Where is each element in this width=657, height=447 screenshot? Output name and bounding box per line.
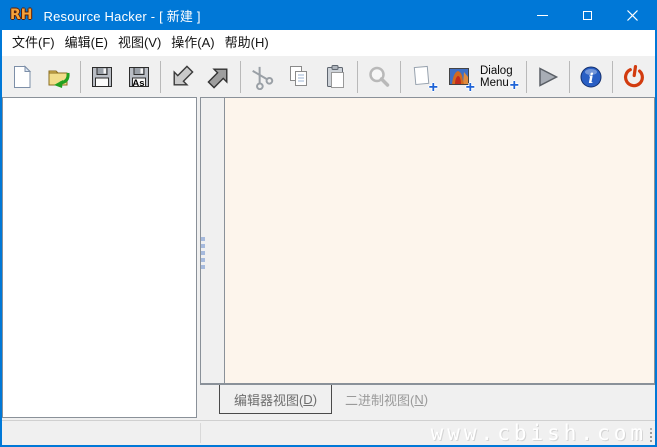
tab-binary-view-key: N [414, 392, 423, 407]
dialog-menu-label-line2: Menu [480, 77, 509, 89]
exit-button[interactable] [615, 60, 652, 94]
tab-editor-view-key: D [303, 392, 312, 407]
paste-clipboard-icon [323, 64, 349, 90]
close-button[interactable] [610, 0, 655, 30]
app-window: RH Resource Hacker - [ 新建 ] 文件(F) 编辑(E) … [0, 0, 657, 447]
menu-action[interactable]: 操作(A) [166, 32, 219, 54]
copy-icon [286, 64, 312, 90]
app-logo-icon: RH [10, 7, 33, 23]
titlebar: RH Resource Hacker - [ 新建 ] [2, 0, 655, 30]
status-bar: www.cbish.com [2, 420, 655, 445]
new-file-button[interactable] [3, 60, 40, 94]
toolbar-separator [160, 61, 161, 93]
minimize-button[interactable] [520, 0, 565, 30]
info-icon: i [578, 64, 604, 90]
open-file-button[interactable] [40, 60, 77, 94]
splitter-dot [201, 237, 205, 241]
scissors-icon [249, 64, 275, 90]
tab-editor-view-label: 编辑器视图( [234, 390, 303, 409]
plus-icon: + [429, 80, 438, 96]
save-as-button[interactable]: As [120, 60, 157, 94]
status-bar-divider [200, 423, 201, 443]
tab-binary-view-label: 二进制视图( [345, 390, 414, 409]
play-icon [535, 64, 561, 90]
minimize-icon [537, 15, 548, 16]
menu-edit[interactable]: 编辑(E) [60, 32, 113, 54]
tab-editor-view[interactable]: 编辑器视图(D) [219, 385, 332, 414]
panel-splitter-handle[interactable] [201, 237, 205, 271]
toolbar-separator [357, 61, 358, 93]
menu-help[interactable]: 帮助(H) [220, 32, 274, 54]
toolbar-separator [80, 61, 81, 93]
toolbar-separator [569, 61, 570, 93]
tab-editor-view-suffix: ) [313, 392, 317, 407]
compile-run-button[interactable] [529, 60, 566, 94]
splitter-dot [201, 244, 205, 248]
menu-bar: 文件(F) 编辑(E) 视图(V) 操作(A) 帮助(H) [2, 30, 655, 56]
copy-button[interactable] [280, 60, 317, 94]
menu-file[interactable]: 文件(F) [7, 32, 60, 54]
save-as-label: As [132, 79, 144, 88]
splitter-dot [201, 265, 205, 269]
add-resource-button[interactable]: + [403, 60, 440, 94]
toolbar-separator [526, 61, 527, 93]
resource-tree-panel[interactable] [2, 97, 197, 418]
editor-area[interactable] [200, 97, 655, 384]
undo-arrow-icon [169, 64, 195, 90]
redo-button[interactable] [200, 60, 237, 94]
save-button[interactable] [83, 60, 120, 94]
menu-view[interactable]: 视图(V) [113, 32, 166, 54]
undo-button[interactable] [163, 60, 200, 94]
toolbar: As [2, 56, 655, 97]
close-icon [627, 10, 638, 21]
new-document-icon [9, 64, 35, 90]
window-title: Resource Hacker - [ 新建 ] [44, 6, 201, 25]
resize-grip[interactable] [645, 427, 653, 443]
power-exit-icon [621, 64, 647, 90]
add-image-resource-button[interactable]: + [440, 60, 477, 94]
maximize-icon [583, 11, 592, 20]
toolbar-separator [240, 61, 241, 93]
toolbar-separator [612, 61, 613, 93]
view-tabstrip: 编辑器视图(D) 二进制视图(N) [200, 384, 655, 414]
splitter-dot [201, 258, 205, 262]
open-folder-icon [46, 64, 72, 90]
about-info-button[interactable]: i [572, 60, 609, 94]
svg-text:i: i [588, 71, 593, 87]
window-controls [520, 0, 655, 30]
tab-binary-view[interactable]: 二进制视图(N) [332, 385, 441, 414]
watermark-text: www.cbish.com [431, 421, 647, 445]
plus-icon: + [466, 80, 475, 96]
floppy-save-icon [89, 64, 115, 90]
plus-icon: + [510, 78, 519, 94]
magnifier-icon [366, 64, 392, 90]
splitter-dot [201, 251, 205, 255]
tab-binary-view-suffix: ) [424, 392, 428, 407]
redo-arrow-icon [206, 64, 232, 90]
add-dialog-menu-button[interactable]: Dialog Menu + [477, 60, 523, 94]
maximize-button[interactable] [565, 0, 610, 30]
paste-button[interactable] [317, 60, 354, 94]
toolbar-separator [400, 61, 401, 93]
find-button[interactable] [360, 60, 397, 94]
cut-button[interactable] [243, 60, 280, 94]
dialog-menu-label-line1: Dialog [480, 65, 513, 77]
